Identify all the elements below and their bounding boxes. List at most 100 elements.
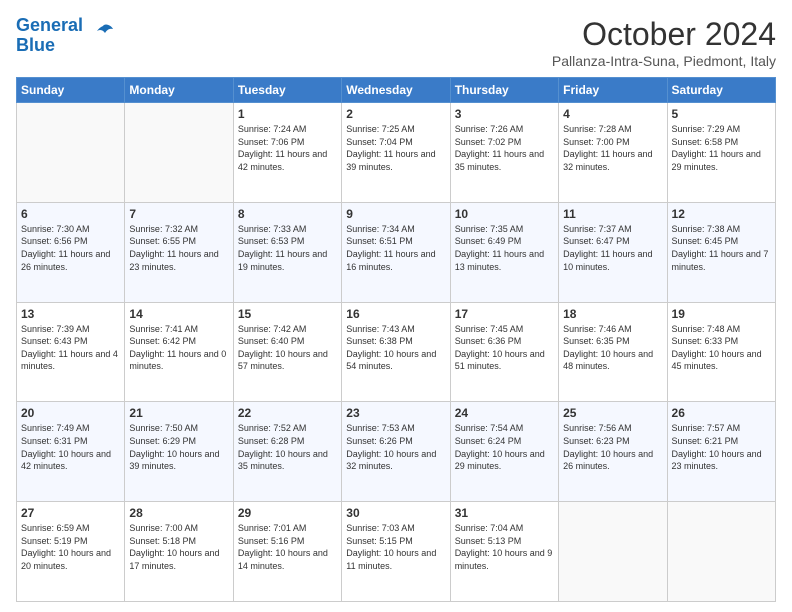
day-number: 15	[238, 307, 337, 321]
table-row: 27 Sunrise: 6:59 AMSunset: 5:19 PMDayligh…	[17, 502, 125, 602]
day-detail: Sunrise: 7:33 AMSunset: 6:53 PMDaylight:…	[238, 223, 337, 273]
logo-bird-icon	[85, 21, 115, 51]
table-row: 4 Sunrise: 7:28 AMSunset: 7:00 PMDaylight…	[559, 103, 667, 203]
table-row: 2 Sunrise: 7:25 AMSunset: 7:04 PMDaylight…	[342, 103, 450, 203]
day-detail: Sunrise: 7:03 AMSunset: 5:15 PMDaylight:…	[346, 522, 445, 572]
day-number: 2	[346, 107, 445, 121]
day-detail: Sunrise: 7:01 AMSunset: 5:16 PMDaylight:…	[238, 522, 337, 572]
month-title: October 2024	[552, 16, 776, 53]
col-tuesday: Tuesday	[233, 78, 341, 103]
day-number: 9	[346, 207, 445, 221]
table-row: 30 Sunrise: 7:03 AMSunset: 5:15 PMDayligh…	[342, 502, 450, 602]
day-detail: Sunrise: 6:59 AMSunset: 5:19 PMDaylight:…	[21, 522, 120, 572]
table-row: 18 Sunrise: 7:46 AMSunset: 6:35 PMDayligh…	[559, 302, 667, 402]
table-row: 17Sunrise: 7:45 AMSunset: 6:36 PMDayligh…	[450, 302, 558, 402]
day-number: 10	[455, 207, 554, 221]
day-number: 5	[672, 107, 771, 121]
table-row: 12 Sunrise: 7:38 AMSunset: 6:45 PMDayligh…	[667, 202, 775, 302]
table-row: 6Sunrise: 7:30 AMSunset: 6:56 PMDaylight…	[17, 202, 125, 302]
table-row: 5 Sunrise: 7:29 AMSunset: 6:58 PMDaylight…	[667, 103, 775, 203]
day-detail: Sunrise: 7:56 AMSunset: 6:23 PMDaylight:…	[563, 422, 662, 472]
day-number: 26	[672, 406, 771, 420]
table-row: 29Sunrise: 7:01 AMSunset: 5:16 PMDayligh…	[233, 502, 341, 602]
calendar-table: Sunday Monday Tuesday Wednesday Thursday…	[16, 77, 776, 602]
day-number: 19	[672, 307, 771, 321]
day-detail: Sunrise: 7:29 AMSunset: 6:58 PMDaylight:…	[672, 123, 771, 173]
calendar-week-2: 6Sunrise: 7:30 AMSunset: 6:56 PMDaylight…	[17, 202, 776, 302]
day-number: 17	[455, 307, 554, 321]
logo-content: General Blue	[16, 16, 115, 56]
day-detail: Sunrise: 7:37 AMSunset: 6:47 PMDaylight:…	[563, 223, 662, 273]
day-detail: Sunrise: 7:35 AMSunset: 6:49 PMDaylight:…	[455, 223, 554, 273]
day-detail: Sunrise: 7:34 AMSunset: 6:51 PMDaylight:…	[346, 223, 445, 273]
day-detail: Sunrise: 7:49 AMSunset: 6:31 PMDaylight:…	[21, 422, 120, 472]
table-row: 19 Sunrise: 7:48 AMSunset: 6:33 PMDayligh…	[667, 302, 775, 402]
table-row: 8 Sunrise: 7:33 AMSunset: 6:53 PMDaylight…	[233, 202, 341, 302]
day-number: 27	[21, 506, 120, 520]
day-detail: Sunrise: 7:24 AMSunset: 7:06 PMDaylight:…	[238, 123, 337, 173]
day-detail: Sunrise: 7:54 AMSunset: 6:24 PMDaylight:…	[455, 422, 554, 472]
day-number: 25	[563, 406, 662, 420]
table-row: 10 Sunrise: 7:35 AMSunset: 6:49 PMDayligh…	[450, 202, 558, 302]
day-detail: Sunrise: 7:46 AMSunset: 6:35 PMDaylight:…	[563, 323, 662, 373]
day-detail: Sunrise: 7:42 AMSunset: 6:40 PMDaylight:…	[238, 323, 337, 373]
calendar-week-5: 27 Sunrise: 6:59 AMSunset: 5:19 PMDayligh…	[17, 502, 776, 602]
col-sunday: Sunday	[17, 78, 125, 103]
col-wednesday: Wednesday	[342, 78, 450, 103]
day-detail: Sunrise: 7:00 AMSunset: 5:18 PMDaylight:…	[129, 522, 228, 572]
day-number: 30	[346, 506, 445, 520]
table-row: 28 Sunrise: 7:00 AMSunset: 5:18 PMDayligh…	[125, 502, 233, 602]
day-detail: Sunrise: 7:52 AMSunset: 6:28 PMDaylight:…	[238, 422, 337, 472]
calendar-header-row: Sunday Monday Tuesday Wednesday Thursday…	[17, 78, 776, 103]
day-number: 28	[129, 506, 228, 520]
day-detail: Sunrise: 7:04 AMSunset: 5:13 PMDaylight:…	[455, 522, 554, 572]
day-detail: Sunrise: 7:26 AMSunset: 7:02 PMDaylight:…	[455, 123, 554, 173]
table-row: 26 Sunrise: 7:57 AMSunset: 6:21 PMDayligh…	[667, 402, 775, 502]
table-row: 1 Sunrise: 7:24 AMSunset: 7:06 PMDaylight…	[233, 103, 341, 203]
day-number: 4	[563, 107, 662, 121]
day-detail: Sunrise: 7:48 AMSunset: 6:33 PMDaylight:…	[672, 323, 771, 373]
table-row: 9 Sunrise: 7:34 AMSunset: 6:51 PMDaylight…	[342, 202, 450, 302]
day-detail: Sunrise: 7:57 AMSunset: 6:21 PMDaylight:…	[672, 422, 771, 472]
day-detail: Sunrise: 7:32 AMSunset: 6:55 PMDaylight:…	[129, 223, 228, 273]
table-row: 7 Sunrise: 7:32 AMSunset: 6:55 PMDaylight…	[125, 202, 233, 302]
day-detail: Sunrise: 7:25 AMSunset: 7:04 PMDaylight:…	[346, 123, 445, 173]
calendar-week-3: 13 Sunrise: 7:39 AMSunset: 6:43 PMDayligh…	[17, 302, 776, 402]
logo: General Blue	[16, 16, 115, 56]
day-detail: Sunrise: 7:53 AMSunset: 6:26 PMDaylight:…	[346, 422, 445, 472]
day-number: 22	[238, 406, 337, 420]
day-detail: Sunrise: 7:39 AMSunset: 6:43 PMDaylight:…	[21, 323, 120, 373]
day-number: 21	[129, 406, 228, 420]
calendar-week-1: 1 Sunrise: 7:24 AMSunset: 7:06 PMDaylight…	[17, 103, 776, 203]
col-friday: Friday	[559, 78, 667, 103]
day-number: 12	[672, 207, 771, 221]
day-number: 24	[455, 406, 554, 420]
day-number: 18	[563, 307, 662, 321]
day-number: 23	[346, 406, 445, 420]
header: General Blue October 2024 Pallanza-Intra…	[16, 16, 776, 69]
table-row: 24 Sunrise: 7:54 AMSunset: 6:24 PMDayligh…	[450, 402, 558, 502]
day-detail: Sunrise: 7:28 AMSunset: 7:00 PMDaylight:…	[563, 123, 662, 173]
col-thursday: Thursday	[450, 78, 558, 103]
calendar-page: General Blue October 2024 Pallanza-Intra…	[0, 0, 792, 612]
day-number: 13	[21, 307, 120, 321]
day-number: 11	[563, 207, 662, 221]
table-row: 25 Sunrise: 7:56 AMSunset: 6:23 PMDayligh…	[559, 402, 667, 502]
table-row: 23 Sunrise: 7:53 AMSunset: 6:26 PMDayligh…	[342, 402, 450, 502]
logo-text-line2: Blue	[16, 36, 83, 56]
table-row: 22 Sunrise: 7:52 AMSunset: 6:28 PMDayligh…	[233, 402, 341, 502]
day-number: 1	[238, 107, 337, 121]
table-row: 11 Sunrise: 7:37 AMSunset: 6:47 PMDayligh…	[559, 202, 667, 302]
day-number: 7	[129, 207, 228, 221]
logo-text-line1: General	[16, 16, 83, 36]
day-number: 16	[346, 307, 445, 321]
day-number: 8	[238, 207, 337, 221]
col-saturday: Saturday	[667, 78, 775, 103]
table-row	[125, 103, 233, 203]
title-block: October 2024 Pallanza-Intra-Suna, Piedmo…	[552, 16, 776, 69]
table-row: 15 Sunrise: 7:42 AMSunset: 6:40 PMDayligh…	[233, 302, 341, 402]
table-row: 20Sunrise: 7:49 AMSunset: 6:31 PMDayligh…	[17, 402, 125, 502]
table-row: 31Sunrise: 7:04 AMSunset: 5:13 PMDayligh…	[450, 502, 558, 602]
day-number: 6	[21, 207, 120, 221]
day-detail: Sunrise: 7:38 AMSunset: 6:45 PMDaylight:…	[672, 223, 771, 273]
